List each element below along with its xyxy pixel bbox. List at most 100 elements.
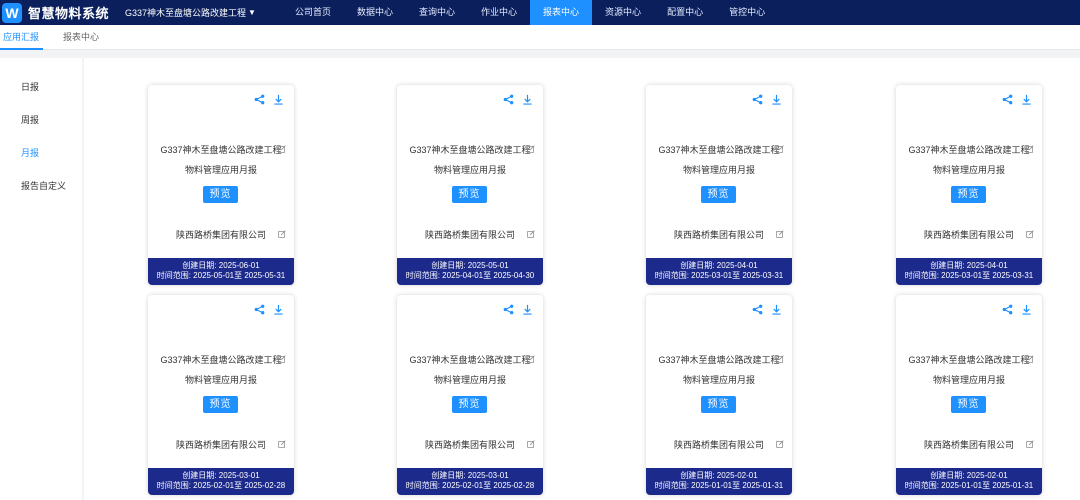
card-actions: [994, 94, 1032, 105]
card-title: G337神木至盘塘公路改建工程: [409, 355, 531, 365]
logo[interactable]: W 智慧物料系统: [2, 2, 110, 23]
created-date: 创建日期: 2025-02-01: [930, 471, 1008, 480]
download-icon[interactable]: [771, 94, 782, 105]
time-range: 时间范围: 2025-03-01至 2025-03-31: [654, 271, 784, 280]
card-company: 陕西路桥集团有限公司: [175, 230, 266, 240]
preview-button[interactable]: 预览: [452, 186, 487, 203]
edit-icon[interactable]: [527, 355, 535, 365]
sidebar: 日报 周报 月报 报告自定义: [0, 58, 82, 500]
card-title: G337神木至盘塘公路改建工程: [409, 145, 531, 155]
card-company: 陕西路桥集团有限公司: [923, 230, 1014, 240]
download-icon[interactable]: [771, 304, 782, 315]
project-selector[interactable]: G337神木至盘塘公路改建工程 ▼: [125, 6, 256, 19]
edit-icon[interactable]: [278, 145, 286, 155]
download-icon[interactable]: [522, 304, 533, 315]
edit-icon[interactable]: [1026, 145, 1034, 155]
edit-icon[interactable]: [1026, 355, 1034, 365]
created-date: 创建日期: 2025-04-01: [930, 261, 1008, 270]
edit-icon[interactable]: [527, 440, 535, 450]
edit-icon[interactable]: [527, 230, 535, 240]
edit-icon[interactable]: [776, 230, 784, 240]
share-icon[interactable]: [254, 304, 265, 315]
card-actions: [246, 304, 284, 315]
report-card: G337神木至盘塘公路改建工程 物料管理应用月报 预览 陕西路桥集团有限公司 创建日期:…: [397, 85, 543, 285]
time-range: 时间范围: 2025-01-01至 2025-01-31: [654, 481, 784, 490]
edit-icon[interactable]: [776, 355, 784, 365]
card-title: G337神木至盘塘公路改建工程: [908, 145, 1030, 155]
download-icon[interactable]: [273, 304, 284, 315]
created-date: 创建日期: 2025-06-01: [182, 261, 260, 270]
preview-button[interactable]: 预览: [951, 396, 986, 413]
download-icon[interactable]: [1021, 304, 1032, 315]
card-subtitle: 物料管理应用月报: [932, 165, 1005, 175]
created-date: 创建日期: 2025-03-01: [431, 471, 509, 480]
edit-icon[interactable]: [278, 355, 286, 365]
card-title: G337神木至盘塘公路改建工程: [908, 355, 1030, 365]
preview-button[interactable]: 预览: [203, 396, 238, 413]
report-card: G337神木至盘塘公路改建工程 物料管理应用月报 预览 陕西路桥集团有限公司 创建日期:…: [646, 85, 792, 285]
nav-item-resources[interactable]: 资源中心: [592, 0, 654, 25]
preview-button[interactable]: 预览: [701, 186, 736, 203]
sidebar-item-monthly[interactable]: 月报: [21, 146, 39, 159]
edit-icon[interactable]: [1026, 440, 1034, 450]
download-icon[interactable]: [522, 94, 533, 105]
share-icon[interactable]: [752, 304, 763, 315]
time-range: 时间范围: 2025-02-01至 2025-02-28: [405, 481, 535, 490]
edit-icon[interactable]: [527, 145, 535, 155]
card-company: 陕西路桥集团有限公司: [673, 230, 764, 240]
share-icon[interactable]: [1002, 94, 1013, 105]
preview-button[interactable]: 预览: [951, 186, 986, 203]
edit-icon[interactable]: [278, 230, 286, 240]
nav-item-operation[interactable]: 作业中心: [468, 0, 530, 25]
card-actions: [246, 94, 284, 105]
share-icon[interactable]: [254, 94, 265, 105]
card-company: 陕西路桥集团有限公司: [424, 440, 515, 450]
card-title: G337神木至盘塘公路改建工程: [160, 355, 282, 365]
tab-app-report[interactable]: 应用汇报: [0, 25, 51, 50]
app-title: 智慧物料系统: [28, 6, 110, 21]
download-icon[interactable]: [1021, 94, 1032, 105]
nav-item-reports[interactable]: 报表中心: [530, 0, 593, 25]
card-title: G337神木至盘塘公路改建工程: [658, 145, 780, 155]
download-icon[interactable]: [273, 94, 284, 105]
sidebar-item-custom[interactable]: 报告自定义: [21, 179, 66, 192]
time-range: 时间范围: 2025-04-01至 2025-04-30: [405, 271, 535, 280]
share-icon[interactable]: [503, 304, 514, 315]
caret-down-icon: ▼: [248, 8, 256, 17]
card-subtitle: 物料管理应用月报: [433, 165, 506, 175]
card-company: 陕西路桥集团有限公司: [923, 440, 1014, 450]
nav-item-data[interactable]: 数据中心: [344, 0, 406, 25]
sidebar-item-weekly[interactable]: 周报: [21, 113, 39, 126]
card-footer: 创建日期: 2025-05-01 时间范围: 2025-04-01至 2025-0…: [397, 258, 543, 285]
card-subtitle: 物料管理应用月报: [184, 375, 257, 385]
edit-icon[interactable]: [1026, 230, 1034, 240]
preview-button[interactable]: 预览: [701, 396, 736, 413]
edit-icon[interactable]: [776, 145, 784, 155]
card-subtitle: 物料管理应用月报: [184, 165, 257, 175]
share-icon[interactable]: [1002, 304, 1013, 315]
created-date: 创建日期: 2025-02-01: [680, 471, 758, 480]
card-actions: [495, 94, 533, 105]
share-icon[interactable]: [503, 94, 514, 105]
nav-item-config[interactable]: 配置中心: [654, 0, 716, 25]
card-title: G337神木至盘塘公路改建工程: [160, 145, 282, 155]
nav-item-control[interactable]: 管控中心: [716, 0, 778, 25]
card-actions: [744, 304, 782, 315]
preview-button[interactable]: 预览: [203, 186, 238, 203]
time-range: 时间范围: 2025-03-01至 2025-03-31: [904, 271, 1034, 280]
share-icon[interactable]: [752, 94, 763, 105]
time-range: 时间范围: 2025-05-01至 2025-05-31: [156, 271, 286, 280]
card-footer: 创建日期: 2025-06-01 时间范围: 2025-05-01至 2025-0…: [148, 258, 294, 285]
edit-icon[interactable]: [776, 440, 784, 450]
preview-button[interactable]: 预览: [452, 396, 487, 413]
report-grid: G337神木至盘塘公路改建工程 物料管理应用月报 预览 陕西路桥集团有限公司 创建日期:…: [84, 58, 1080, 500]
nav-item-query[interactable]: 查询中心: [406, 0, 468, 25]
nav-item-home[interactable]: 公司首页: [282, 0, 344, 25]
edit-icon[interactable]: [278, 440, 286, 450]
card-company: 陕西路桥集团有限公司: [175, 440, 266, 450]
sidebar-item-daily[interactable]: 日报: [21, 80, 39, 93]
card-footer: 创建日期: 2025-03-01 时间范围: 2025-02-01至 2025-0…: [148, 468, 294, 495]
tab-report-center[interactable]: 报表中心: [51, 25, 111, 50]
card-title: G337神木至盘塘公路改建工程: [658, 355, 780, 365]
top-bar: W 智慧物料系统 G337神木至盘塘公路改建工程 ▼ 公司首页 数据中心 查询中…: [0, 0, 1080, 25]
